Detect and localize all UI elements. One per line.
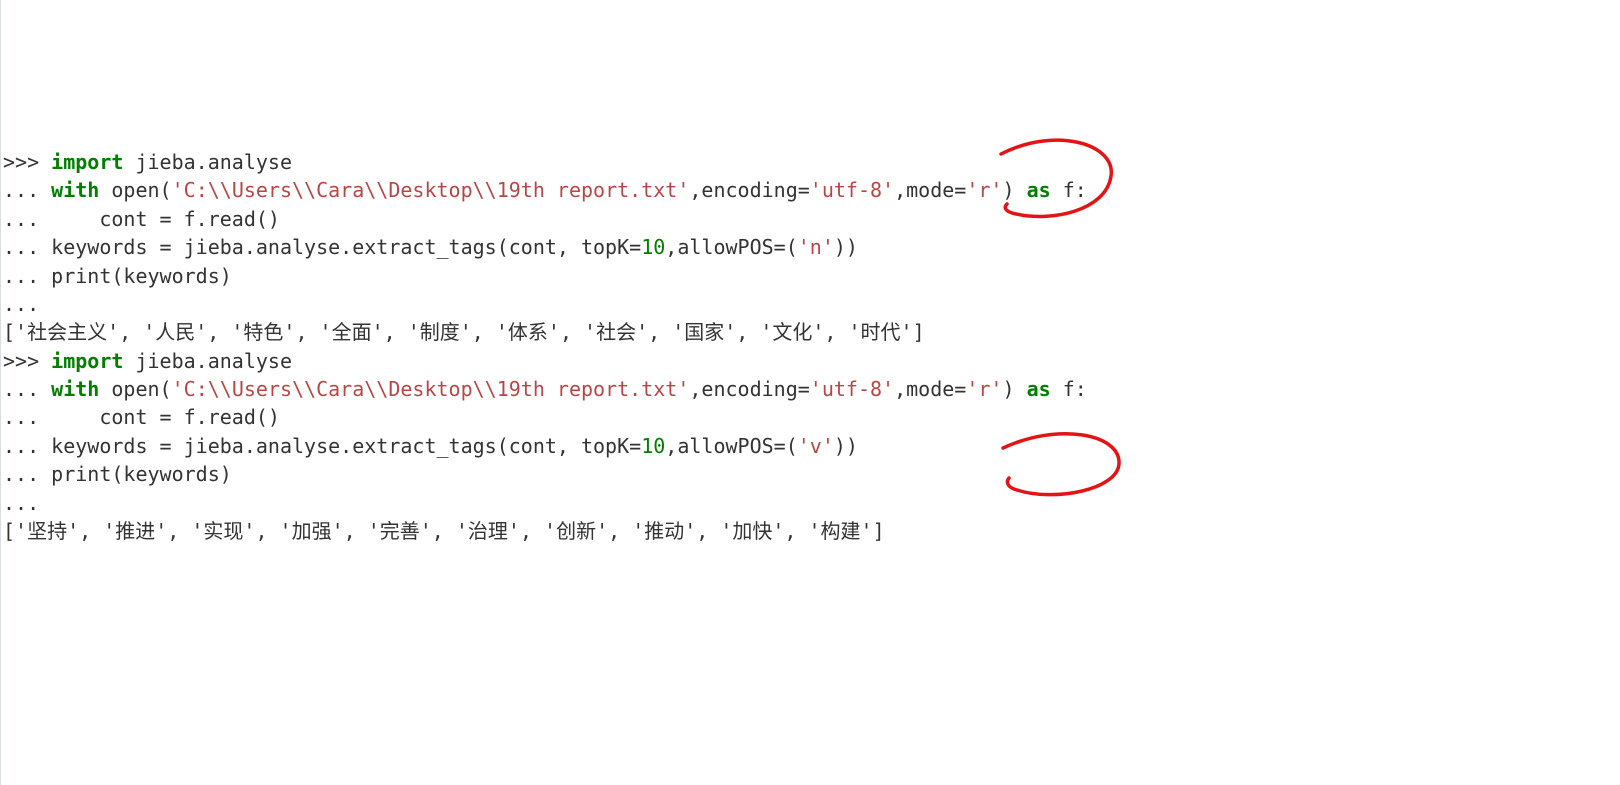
close-parens: )) [834,235,858,259]
repl-continuation: ... [3,264,51,288]
string-encoding: 'utf-8' [810,377,894,401]
module-name: jieba.analyse [135,349,292,373]
repl-continuation: ... [3,462,51,486]
annotation-circle-v [969,400,1139,516]
repl-prompt: >>> [3,349,51,373]
repl-continuation: ... [3,292,51,316]
indent [51,207,99,231]
close-paren: ) [1002,178,1026,202]
string-mode: 'r' [966,377,1002,401]
code-line: >>> import jieba.analyse [3,150,292,174]
repl-continuation: ... [3,377,51,401]
code-line: ... [3,491,51,515]
open-call: open( [111,178,171,202]
space [99,377,111,401]
string-path: 'C:\\Users\\Cara\\Desktop\\19th report.t… [172,377,690,401]
as-var: f: [1051,178,1087,202]
indent [51,405,99,429]
arg-mode: ,mode= [894,178,966,202]
read-line: cont = f.read() [99,207,280,231]
string-pos-n: 'n' [798,235,834,259]
keyword-import: import [51,349,123,373]
arg-allowpos: ,allowPOS=( [665,235,797,259]
string-mode: 'r' [966,178,1002,202]
read-line: cont = f.read() [99,405,280,429]
code-line: ... keywords = jieba.analyse.extract_tag… [3,235,858,259]
close-paren: ) [1002,377,1026,401]
module-name: jieba.analyse [135,150,292,174]
code-line: ... with open('C:\\Users\\Cara\\Desktop\… [3,178,1087,202]
open-call: open( [111,377,171,401]
extract-call-prefix: keywords = jieba.analyse.extract_tags(co… [51,235,641,259]
space [99,178,111,202]
arg-encoding: ,encoding= [689,178,809,202]
code-line: ... cont = f.read() [3,207,280,231]
keywords-output-1: ['社会主义', '人民', '特色', '全面', '制度', '体系', '… [3,320,925,344]
code-line: ... with open('C:\\Users\\Cara\\Desktop\… [3,377,1087,401]
repl-continuation: ... [3,491,51,515]
print-call: print(keywords) [51,264,232,288]
string-encoding: 'utf-8' [810,178,894,202]
space [123,349,135,373]
arg-allowpos: ,allowPOS=( [665,434,797,458]
number-topk: 10 [641,434,665,458]
repl-continuation: ... [3,235,51,259]
string-pos-v: 'v' [798,434,834,458]
number-topk: 10 [641,235,665,259]
code-line: ... cont = f.read() [3,405,280,429]
repl-continuation: ... [3,405,51,429]
keyword-as: as [1027,377,1051,401]
print-call: print(keywords) [51,462,232,486]
space [123,150,135,174]
output-line: ['社会主义', '人民', '特色', '全面', '制度', '体系', '… [3,320,925,344]
repl-continuation: ... [3,178,51,202]
code-line: ... keywords = jieba.analyse.extract_tag… [3,434,858,458]
repl-prompt: >>> [3,150,51,174]
extract-call-prefix: keywords = jieba.analyse.extract_tags(co… [51,434,641,458]
keywords-output-2: ['坚持', '推进', '实现', '加强', '完善', '治理', '创新… [3,519,885,543]
arg-mode: ,mode= [894,377,966,401]
code-line: ... print(keywords) [3,462,232,486]
annotation-circle-n [961,108,1131,244]
code-line: ... [3,292,51,316]
keyword-import: import [51,150,123,174]
keyword-as: as [1027,178,1051,202]
keyword-with: with [51,178,99,202]
code-line: ... print(keywords) [3,264,232,288]
keyword-with: with [51,377,99,401]
repl-continuation: ... [3,207,51,231]
close-parens: )) [834,434,858,458]
string-path: 'C:\\Users\\Cara\\Desktop\\19th report.t… [172,178,690,202]
code-line: >>> import jieba.analyse [3,349,292,373]
output-line: ['坚持', '推进', '实现', '加强', '完善', '治理', '创新… [3,519,885,543]
arg-encoding: ,encoding= [689,377,809,401]
repl-continuation: ... [3,434,51,458]
as-var: f: [1051,377,1087,401]
